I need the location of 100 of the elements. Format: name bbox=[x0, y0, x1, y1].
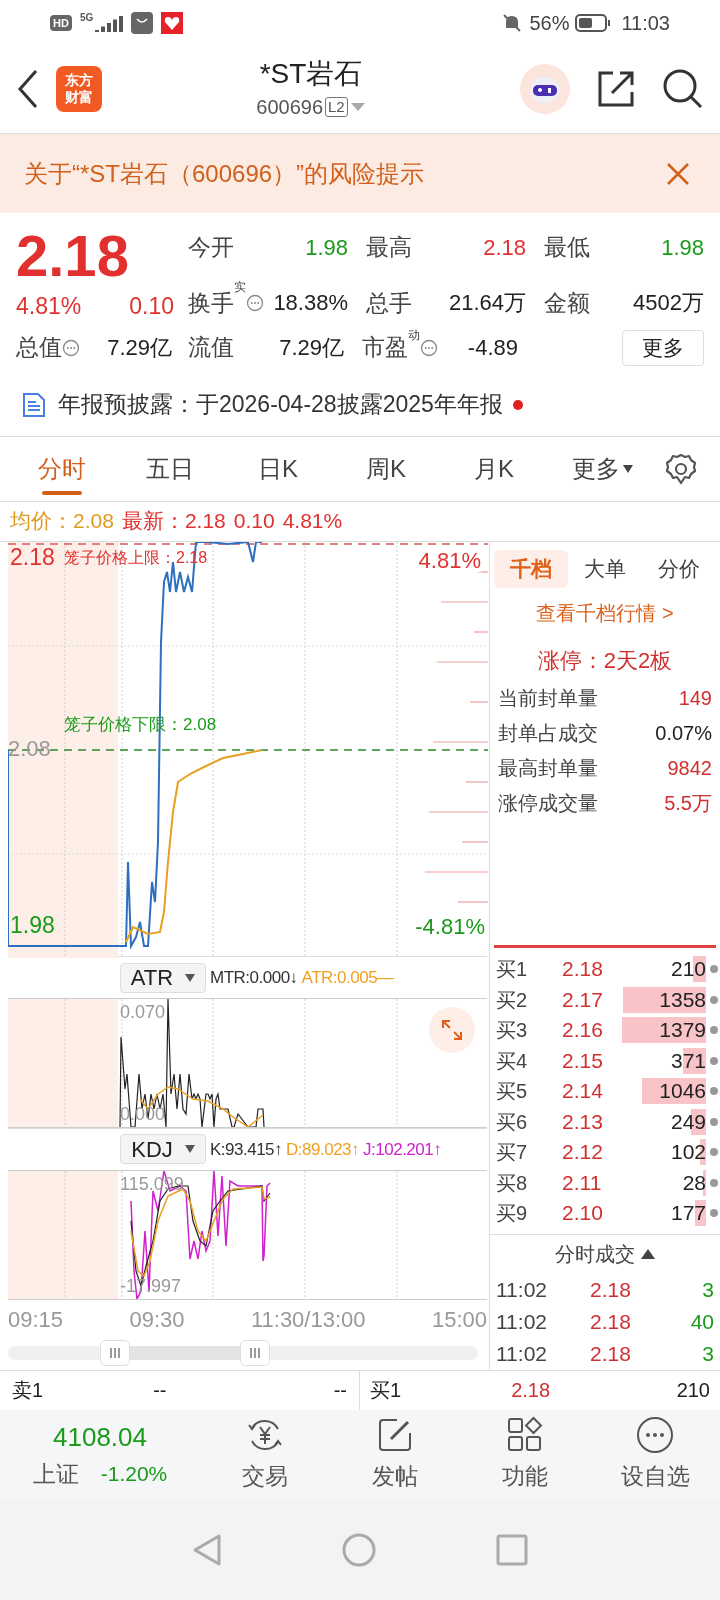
chart-tab[interactable]: 更多 bbox=[548, 436, 656, 501]
bid-price: 2.13 bbox=[562, 1108, 604, 1135]
latest-change-percent: 4.81% bbox=[282, 508, 343, 535]
share-icon[interactable] bbox=[596, 69, 636, 109]
trades-header[interactable]: 分时成交 bbox=[555, 1239, 635, 1270]
nav-item[interactable]: 功能 bbox=[460, 1415, 590, 1494]
bid-volume: 1358 bbox=[622, 986, 706, 1013]
indicator-selector[interactable]: ATR bbox=[120, 962, 206, 993]
bid-price: 2.17 bbox=[562, 986, 604, 1013]
more-info-icon[interactable] bbox=[62, 338, 80, 357]
stat-label: 最低 bbox=[544, 233, 590, 263]
announcement-text[interactable]: 年报预披露：于2026-04-28披露2025年年报 bbox=[58, 387, 503, 422]
stat-value: 7.29亿 bbox=[279, 334, 344, 362]
axis-label: 1.98 bbox=[10, 913, 55, 937]
chart-tab[interactable]: 五日 bbox=[116, 436, 224, 501]
stat-value: 1.98 bbox=[305, 234, 348, 263]
bid-price: 2.18 bbox=[511, 1378, 551, 1403]
trade-volume: 40 bbox=[689, 1309, 714, 1335]
index-value: 4108.04 bbox=[53, 1420, 147, 1454]
bid-label: 买4 bbox=[496, 1048, 529, 1074]
bid-label: 买2 bbox=[496, 987, 529, 1013]
chart-tab[interactable]: 分时 bbox=[8, 436, 116, 501]
more-info-icon[interactable] bbox=[246, 293, 264, 312]
dropdown-caret-icon[interactable] bbox=[349, 102, 366, 112]
expand-button[interactable] bbox=[429, 1007, 475, 1054]
stat-label: 市盈 bbox=[362, 334, 408, 363]
stat-value: 21.64万 bbox=[448, 289, 526, 318]
bid-price: 2.14 bbox=[562, 1078, 604, 1105]
stat-label: 总手 bbox=[366, 288, 412, 318]
bid-label: 买9 bbox=[496, 1201, 529, 1227]
seal-stat-value: 0.07% bbox=[655, 721, 712, 747]
change-amount: 0.10 bbox=[129, 292, 174, 321]
robot-assistant-icon[interactable] bbox=[520, 64, 570, 114]
document-icon bbox=[22, 391, 46, 418]
back-icon[interactable] bbox=[16, 69, 40, 109]
network-label: 5G bbox=[79, 11, 94, 25]
dropdown-caret-icon bbox=[185, 973, 196, 982]
seal-stat-label: 当前封单量 bbox=[498, 686, 598, 712]
logo-text: 财富 bbox=[65, 89, 93, 106]
view-depth-link[interactable]: 查看千档行情 > bbox=[490, 597, 720, 628]
bid-volume: 210 bbox=[676, 1378, 710, 1403]
search-icon[interactable] bbox=[662, 68, 704, 110]
stat-value: 7.29亿 bbox=[107, 334, 172, 362]
bid-price: 2.10 bbox=[562, 1200, 604, 1227]
price-chart[interactable] bbox=[8, 541, 488, 958]
more-icon bbox=[635, 1415, 675, 1456]
trade-time: 11:02 bbox=[496, 1309, 547, 1335]
seal-stat-value: 149 bbox=[678, 686, 712, 712]
trade-time: 11:02 bbox=[496, 1340, 547, 1367]
back-nav-icon[interactable] bbox=[192, 1532, 222, 1567]
dropdown-caret-icon bbox=[184, 1145, 195, 1154]
chart-tab[interactable]: 月K bbox=[440, 436, 548, 501]
chart-tab[interactable]: 周K bbox=[332, 436, 440, 501]
trade-volume: 3 bbox=[701, 1277, 714, 1304]
more-button[interactable]: 更多 bbox=[622, 329, 704, 366]
bid-label: 买8 bbox=[496, 1170, 529, 1196]
stat-value: 4502万 bbox=[633, 289, 704, 318]
time-axis-label: 09:15 bbox=[8, 1306, 64, 1335]
bid-label: 买6 bbox=[496, 1109, 529, 1135]
range-handle-icon[interactable] bbox=[100, 1339, 130, 1366]
home-nav-icon[interactable] bbox=[342, 1532, 376, 1567]
bid-price: 2.16 bbox=[562, 1017, 604, 1044]
recents-nav-icon[interactable] bbox=[496, 1533, 528, 1566]
stat-value: 18.38% bbox=[273, 289, 348, 318]
bid-label: 买7 bbox=[496, 1140, 529, 1166]
chart-tab[interactable]: 日K bbox=[224, 436, 332, 501]
close-icon[interactable] bbox=[666, 161, 690, 186]
time-range-scrollbar[interactable] bbox=[8, 1339, 478, 1366]
time-axis-label: 11:30/13:00 bbox=[250, 1306, 366, 1335]
side-tab[interactable]: 大单 bbox=[568, 549, 642, 588]
trade-volume: 3 bbox=[701, 1340, 714, 1367]
heart-app-icon bbox=[161, 11, 184, 34]
axis-label: -4.81% bbox=[415, 915, 485, 938]
indicator-reading: MTR:0.000↓ bbox=[210, 967, 298, 990]
trade-price: 2.18 bbox=[590, 1340, 631, 1367]
settings-icon[interactable] bbox=[664, 451, 698, 486]
bid-label: 买5 bbox=[496, 1079, 529, 1105]
indicator-selector[interactable]: KDJ bbox=[120, 1134, 206, 1165]
average-label: 均价： bbox=[10, 508, 73, 535]
clock: 11:03 bbox=[621, 10, 670, 36]
ask-volume: -- bbox=[333, 1378, 347, 1403]
indicator-reading: ATR:0.005— bbox=[301, 967, 394, 990]
index-name: 上证 bbox=[32, 1459, 79, 1489]
side-tab[interactable]: 分价 bbox=[642, 549, 716, 588]
range-handle-icon[interactable] bbox=[240, 1339, 270, 1366]
latest-change: 0.10 bbox=[233, 508, 275, 535]
axis-label: 2.08 bbox=[8, 737, 51, 760]
nav-item[interactable]: 发帖 bbox=[330, 1415, 460, 1494]
stat-superscript: 实 bbox=[234, 279, 246, 297]
bid-label: 买1 bbox=[370, 1378, 402, 1403]
nav-label: 设自选 bbox=[620, 1462, 690, 1492]
index-ticker[interactable]: 4108.04 上证 -1.20% bbox=[0, 1417, 200, 1492]
stat-label: 今开 bbox=[188, 233, 234, 263]
indicator-reading: K:93.415↑ bbox=[210, 1138, 283, 1161]
nav-item[interactable]: 交易 bbox=[200, 1415, 330, 1494]
more-info-icon[interactable] bbox=[420, 338, 438, 357]
bid-label: 买1 bbox=[496, 957, 529, 983]
nav-item[interactable]: 设自选 bbox=[590, 1415, 720, 1494]
bid-price: 2.11 bbox=[562, 1169, 603, 1196]
index-change: -1.20% bbox=[100, 1461, 168, 1488]
